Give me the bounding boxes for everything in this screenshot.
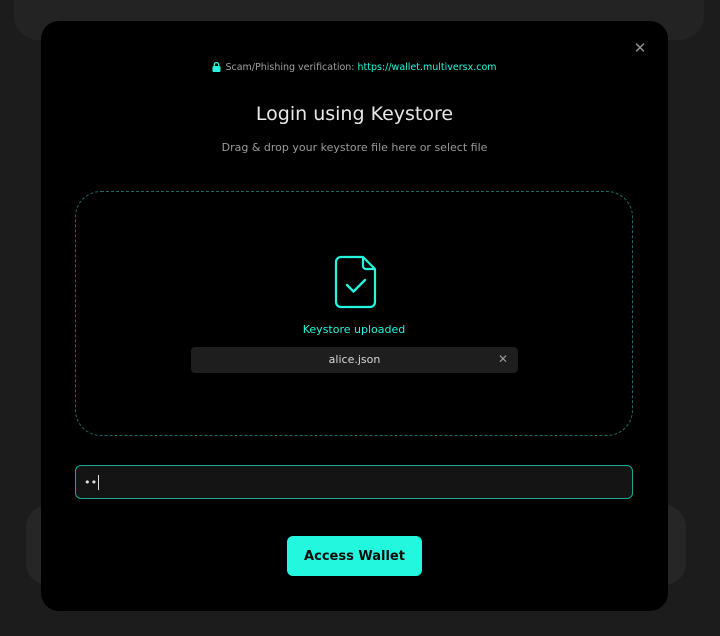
- upload-status: Keystore uploaded: [302, 323, 406, 336]
- keystore-login-modal: ✕ Scam/Phishing verification: https://wal…: [41, 21, 668, 611]
- access-wallet-button[interactable]: Access Wallet: [287, 536, 422, 576]
- text-caret: [98, 475, 99, 490]
- verification-url: https://wallet.multiversx.com: [357, 62, 497, 73]
- file-check-icon: [334, 255, 377, 309]
- uploaded-file-chip: alice.json ✕: [191, 347, 518, 373]
- close-icon[interactable]: ✕: [631, 39, 649, 57]
- password-field[interactable]: [75, 465, 633, 499]
- remove-file-icon[interactable]: ✕: [496, 347, 510, 372]
- modal-subtitle: Drag & drop your keystore file here or s…: [221, 141, 488, 154]
- password-input[interactable]: [84, 472, 624, 492]
- modal-title: Login using Keystore: [255, 103, 454, 125]
- lock-icon: [212, 61, 221, 72]
- keystore-dropzone[interactable]: Keystore uploaded alice.json ✕: [75, 191, 633, 436]
- phishing-verification: Scam/Phishing verification: https://walle…: [41, 61, 668, 73]
- verification-label: Scam/Phishing verification:: [225, 62, 355, 73]
- uploaded-file-name: alice.json: [328, 353, 381, 366]
